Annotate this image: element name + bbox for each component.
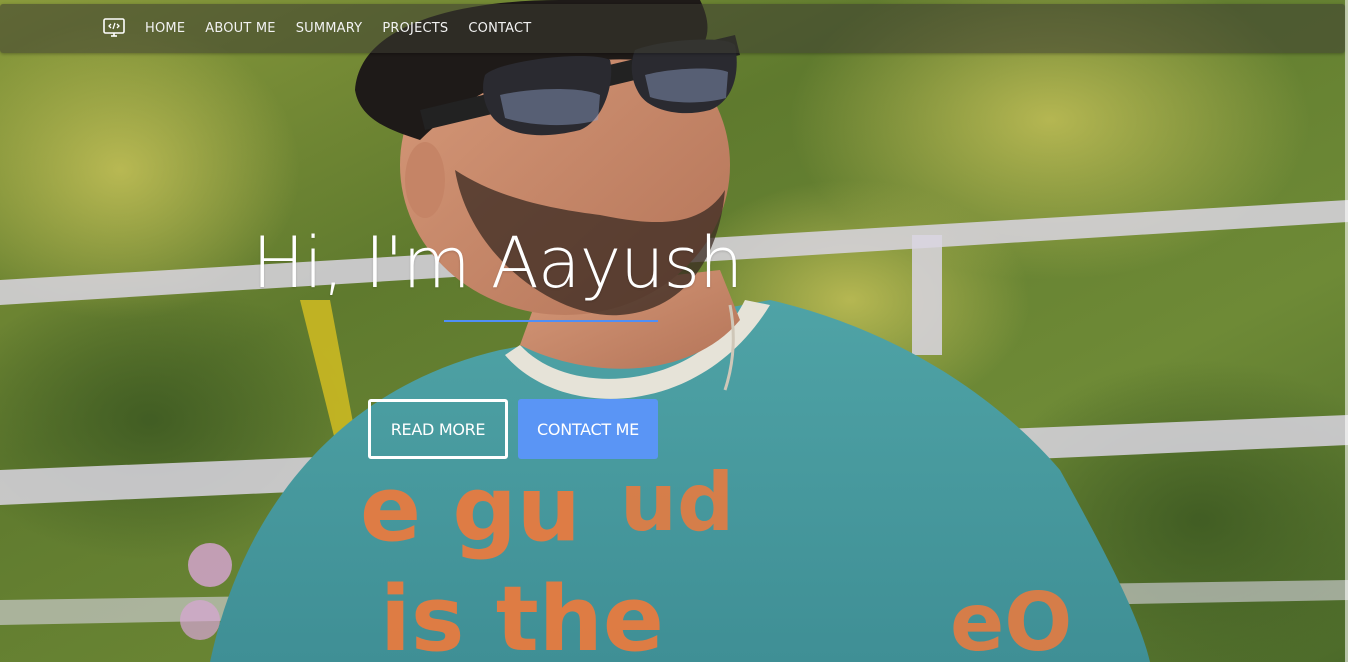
- nav-link-projects[interactable]: PROJECTS: [382, 21, 448, 36]
- nav-link-about-me[interactable]: ABOUT ME: [205, 21, 275, 36]
- svg-text:is the: is the: [380, 567, 664, 662]
- svg-text:e gu: e gu: [360, 457, 581, 562]
- monitor-code-icon[interactable]: [102, 16, 126, 40]
- hero-title-underline: [444, 320, 658, 322]
- read-more-button[interactable]: READ MORE: [368, 399, 508, 459]
- nav-link-summary[interactable]: SUMMARY: [296, 21, 363, 36]
- hero-title: Hi, I'm Aayush: [252, 222, 743, 304]
- top-navbar: HOME ABOUT ME SUMMARY PROJECTS CONTACT: [0, 4, 1345, 53]
- nav-links: HOME ABOUT ME SUMMARY PROJECTS CONTACT: [145, 4, 551, 53]
- page: e gu is the ud eO HOME ABOUT ME SUMMARY …: [0, 0, 1348, 662]
- svg-text:ud: ud: [620, 456, 734, 549]
- svg-text:eO: eO: [950, 576, 1072, 662]
- contact-me-button[interactable]: CONTACT ME: [518, 399, 658, 459]
- hero-background-photo: e gu is the ud eO: [0, 0, 1348, 662]
- nav-link-home[interactable]: HOME: [145, 21, 185, 36]
- nav-link-contact[interactable]: CONTACT: [468, 21, 531, 36]
